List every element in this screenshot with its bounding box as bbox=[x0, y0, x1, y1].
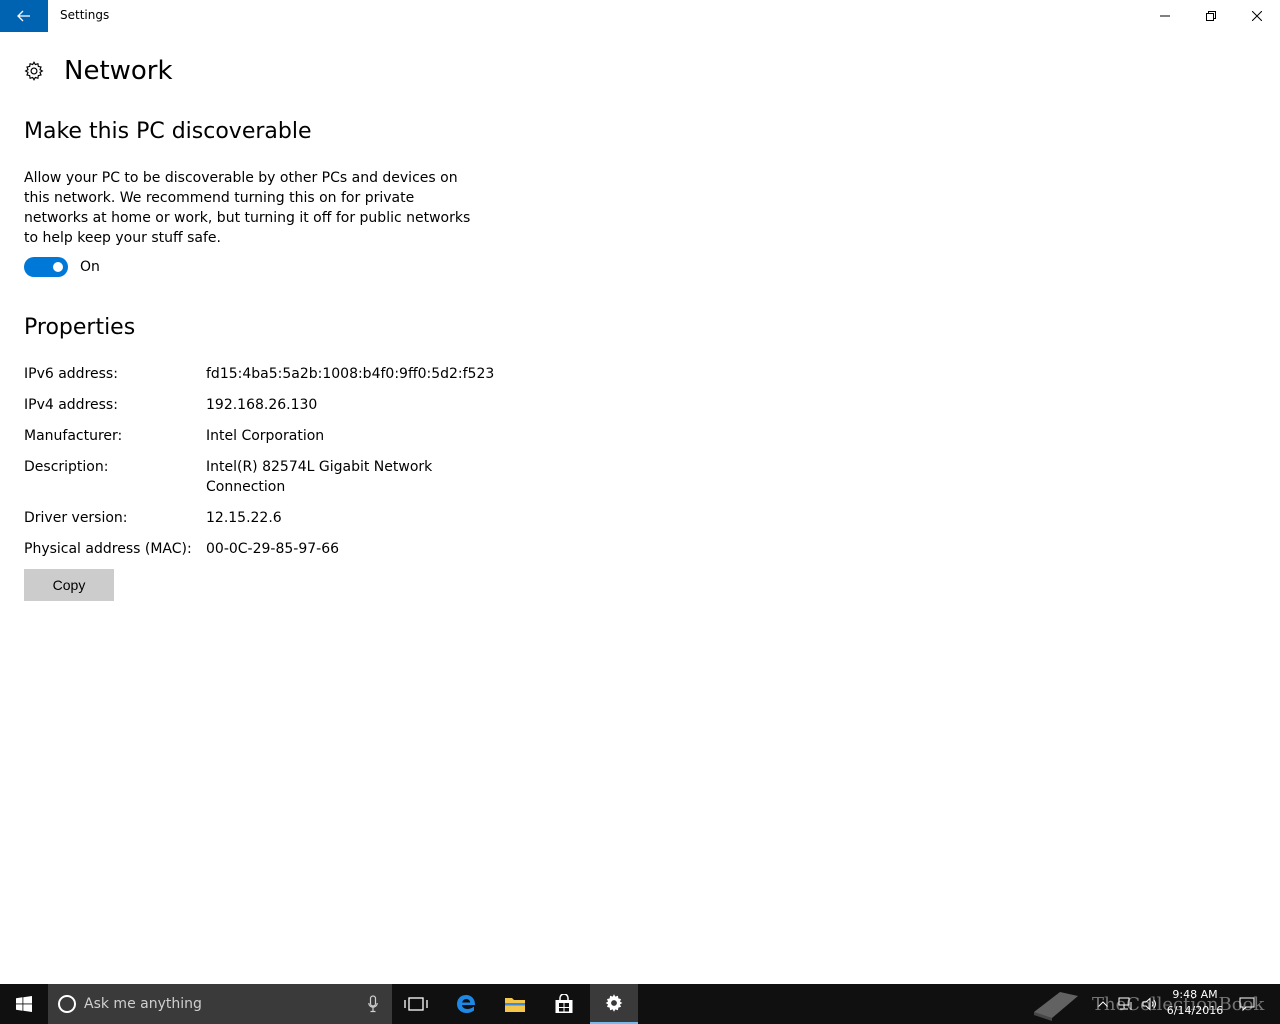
property-value: fd15:4ba5:5a2b:1008:b4f0:9ff0:5d2:f523 bbox=[206, 366, 495, 382]
property-value: Intel(R) 82574L Gigabit Network Connecti… bbox=[206, 459, 433, 495]
volume-icon bbox=[1142, 997, 1156, 1011]
minimize-button[interactable] bbox=[1142, 0, 1188, 32]
network-icon bbox=[1118, 997, 1132, 1010]
network-tray-button[interactable] bbox=[1116, 984, 1136, 1024]
taskbar: Ask me anything TheCollectionBook 9:48 A… bbox=[0, 984, 1280, 1024]
search-box[interactable]: Ask me anything bbox=[48, 984, 392, 1024]
show-hidden-icons-button[interactable] bbox=[1094, 984, 1112, 1024]
property-value: 12.15.22.6 bbox=[206, 510, 282, 526]
restore-button[interactable] bbox=[1188, 0, 1234, 32]
notification-icon bbox=[1239, 997, 1255, 1012]
discoverable-toggle-row: On bbox=[24, 257, 100, 277]
search-placeholder: Ask me anything bbox=[84, 996, 202, 1012]
properties-heading: Properties bbox=[24, 315, 136, 340]
page-header: Network bbox=[24, 56, 173, 86]
copy-button[interactable]: Copy bbox=[24, 569, 114, 601]
store-icon bbox=[555, 994, 573, 1013]
property-label: Description: bbox=[24, 459, 109, 475]
page-title: Network bbox=[64, 56, 173, 86]
property-value: 192.168.26.130 bbox=[206, 397, 318, 413]
file-explorer-icon bbox=[505, 998, 525, 1012]
task-view-icon bbox=[404, 997, 428, 1011]
task-view-button[interactable] bbox=[392, 984, 440, 1024]
property-label: Manufacturer: bbox=[24, 428, 123, 444]
action-center-button[interactable] bbox=[1234, 984, 1260, 1024]
title-bar: Settings bbox=[0, 0, 1280, 32]
store-button[interactable] bbox=[540, 984, 588, 1024]
minimize-icon bbox=[1160, 15, 1170, 17]
file-explorer-button[interactable] bbox=[491, 984, 539, 1024]
edge-button[interactable] bbox=[442, 984, 490, 1024]
window-title: Settings bbox=[60, 8, 110, 22]
restore-icon bbox=[1206, 11, 1216, 21]
microphone-icon[interactable] bbox=[368, 995, 378, 1013]
volume-tray-button[interactable] bbox=[1140, 984, 1160, 1024]
discoverable-heading: Make this PC discoverable bbox=[24, 119, 312, 144]
property-label: IPv6 address: bbox=[24, 366, 118, 382]
discoverable-description: Allow your PC to be discoverable by othe… bbox=[24, 170, 471, 246]
back-arrow-icon bbox=[17, 10, 30, 22]
clock[interactable]: 9:48 AM 6/14/2016 bbox=[1160, 987, 1230, 1019]
cortana-icon bbox=[58, 995, 76, 1013]
settings-taskbar-button[interactable] bbox=[590, 984, 638, 1024]
clock-date: 6/14/2016 bbox=[1166, 1004, 1224, 1017]
book-logo-icon bbox=[1034, 992, 1078, 1021]
edge-icon bbox=[457, 995, 476, 1013]
property-label: Driver version: bbox=[24, 510, 128, 526]
chevron-up-icon bbox=[1098, 1001, 1108, 1007]
toggle-state-label: On bbox=[80, 259, 100, 275]
settings-icon bbox=[605, 994, 623, 1012]
property-label: IPv4 address: bbox=[24, 397, 118, 413]
property-label: Physical address (MAC): bbox=[24, 541, 192, 557]
property-value: Intel Corporation bbox=[206, 428, 325, 444]
toggle-knob bbox=[53, 262, 63, 272]
start-button[interactable] bbox=[0, 984, 48, 1024]
close-button[interactable] bbox=[1234, 0, 1280, 32]
property-value: 00-0C-29-85-97-66 bbox=[206, 541, 340, 557]
clock-time: 9:48 AM bbox=[1172, 988, 1218, 1001]
discoverable-toggle[interactable] bbox=[24, 257, 68, 277]
back-button[interactable] bbox=[0, 0, 48, 32]
windows-start-icon bbox=[16, 996, 32, 1012]
gear-icon bbox=[24, 61, 44, 81]
close-icon bbox=[1252, 11, 1262, 21]
